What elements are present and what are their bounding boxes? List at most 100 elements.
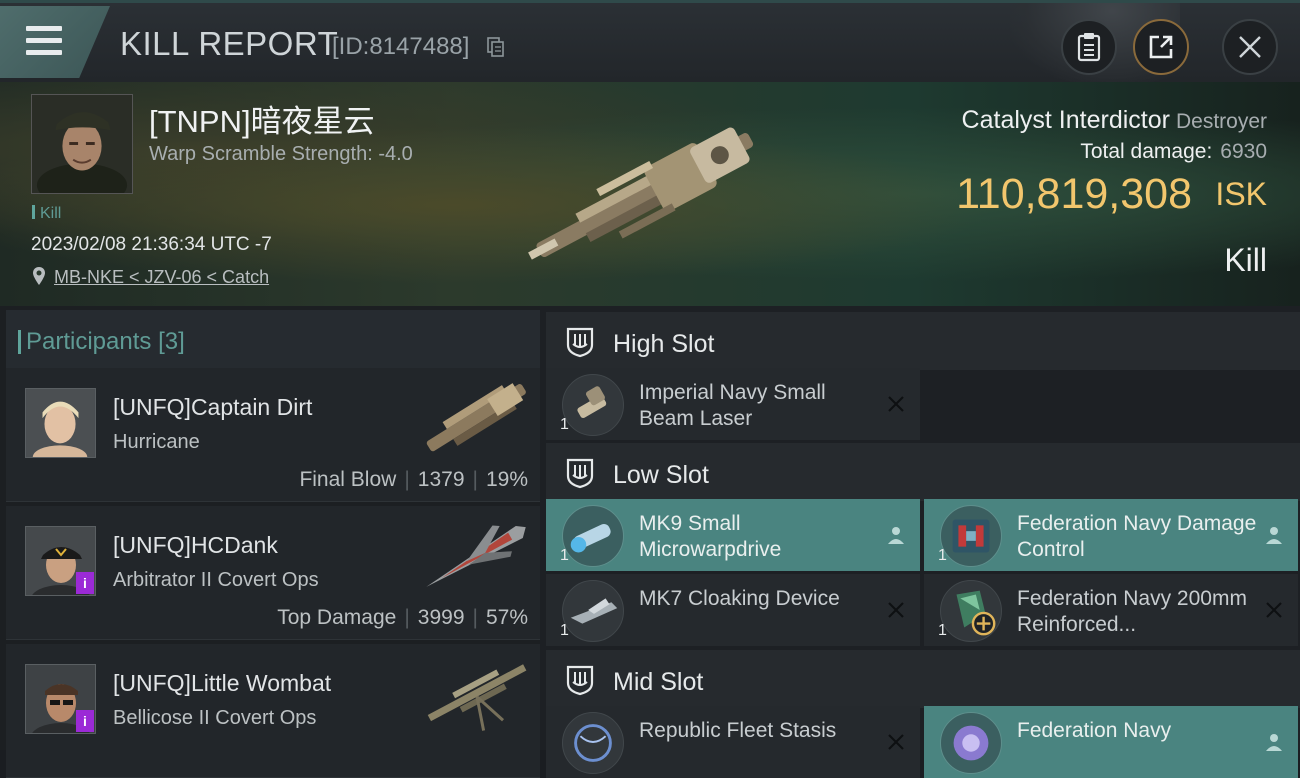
fitting-panel: High Slot 1 Imperial Navy Small Beam Las… <box>540 306 1300 778</box>
isk-value: 110,819,308 <box>956 170 1192 218</box>
location-pin-icon <box>33 267 45 285</box>
participant-avatar: i <box>25 526 96 596</box>
module-name: MK9 Small Microwarpdrive <box>639 512 782 561</box>
menu-icon <box>26 26 62 56</box>
participant-role: Final Blow <box>299 468 397 491</box>
participants-title: Participants [3] <box>18 328 185 356</box>
module-card[interactable]: Federation Navy <box>924 706 1298 778</box>
module-quantity: 1 <box>560 416 569 433</box>
close-icon <box>1239 36 1261 58</box>
close-button[interactable] <box>1222 19 1278 75</box>
participants-panel: Participants [3] [UNFQ]Captain Dirt Hurr… <box>0 306 540 778</box>
copy-icon[interactable] <box>487 37 505 57</box>
participant-percent: 19% <box>485 468 528 491</box>
participant-role: Top Damage <box>277 606 397 629</box>
victim-name[interactable]: [TNPN]暗夜星云 <box>149 96 375 141</box>
share-icon <box>1149 35 1173 59</box>
module-icon <box>940 580 1002 642</box>
module-icon <box>562 580 624 642</box>
participant-ship: Bellicose II Covert Ops <box>113 707 317 729</box>
participant-row[interactable]: i [UNFQ]HCDank Arbitrator II Covert Ops … <box>6 506 540 640</box>
total-damage-label: Total damage: <box>1080 140 1213 163</box>
participants-header: Participants [3] <box>6 310 540 368</box>
participant-name: [UNFQ]Little Wombat <box>113 670 332 696</box>
menu-button[interactable] <box>0 6 110 78</box>
module-name: MK7 Cloaking Device <box>639 587 840 610</box>
participant-percent: 57% <box>485 606 528 629</box>
participant-row[interactable]: [UNFQ]Captain Dirt Hurricane Final Blow |… <box>6 368 540 502</box>
participants-title-text: Participants <box>26 328 152 355</box>
low-slot-header: Low Slot <box>546 443 1300 501</box>
module-card[interactable]: 1 Federation Navy 200mm Reinforced... <box>924 574 1298 646</box>
high-slot-header: High Slot <box>546 312 1300 370</box>
person-icon[interactable] <box>886 525 906 545</box>
participant-ship-image <box>426 525 526 587</box>
participant-stats: Top Damage | 3999 | 57% <box>277 606 528 629</box>
module-icon <box>940 712 1002 774</box>
module-card[interactable]: 1 MK7 Cloaking Device <box>546 574 920 646</box>
participant-ship-image <box>427 664 527 731</box>
slot-shield-icon <box>566 327 594 358</box>
isk-unit: ISK <box>1215 176 1267 212</box>
remove-x-icon[interactable] <box>1264 600 1284 620</box>
person-icon[interactable] <box>1264 525 1284 545</box>
participant-badge: i <box>76 572 94 594</box>
module-icon <box>562 712 624 774</box>
module-card[interactable]: 1 Federation Navy Damage Control <box>924 499 1298 571</box>
module-card[interactable]: Republic Fleet Stasis <box>546 706 920 778</box>
slot-shield-icon <box>566 458 594 489</box>
participant-ship-image <box>426 383 526 452</box>
share-button[interactable] <box>1133 19 1189 75</box>
victim-ship-image <box>528 127 754 260</box>
module-card[interactable]: 1 Imperial Navy Small Beam Laser <box>546 368 920 440</box>
clipboard-button[interactable] <box>1061 19 1117 75</box>
page-title: KILL REPORT <box>120 25 339 62</box>
victim-summary: [TNPN]暗夜星云 Warp Scramble Strength: -4.0 … <box>0 82 1300 306</box>
low-slot-title: Low Slot <box>613 461 709 489</box>
module-quantity: 1 <box>560 547 569 564</box>
remove-x-icon[interactable] <box>886 732 906 752</box>
participant-row[interactable]: i [UNFQ]Little Wombat Bellicose II Cover… <box>6 644 540 778</box>
module-icon <box>940 505 1002 567</box>
module-quantity: 1 <box>938 547 947 564</box>
module-icon <box>562 505 624 567</box>
remove-x-icon[interactable] <box>886 394 906 414</box>
ship-name: Catalyst Interdictor <box>961 106 1170 134</box>
slot-shield-icon <box>566 665 594 696</box>
participant-stats: Final Blow | 1379 | 19% <box>299 468 528 491</box>
module-name: Federation Navy <box>1017 719 1172 742</box>
participant-avatar <box>25 388 96 458</box>
report-id: [ID:8147488] <box>332 33 470 60</box>
kill-location-link[interactable]: MB-NKE < JZV-06 < Catch <box>54 267 269 288</box>
remove-x-icon[interactable] <box>886 600 906 620</box>
high-slot-title: High Slot <box>613 330 715 358</box>
module-name: Republic Fleet Stasis <box>639 719 837 742</box>
module-name: Federation Navy Damage Control <box>1017 512 1257 561</box>
mid-slot-title: Mid Slot <box>613 668 704 696</box>
participant-ship: Hurricane <box>113 431 200 453</box>
participant-damage: 1379 <box>417 468 465 491</box>
top-bar: KILL REPORT [ID:8147488] <box>0 0 1300 85</box>
victim-ship[interactable]: Catalyst Interdictor Destroyer <box>962 106 1267 135</box>
participant-ship: Arbitrator II Covert Ops <box>113 569 319 591</box>
person-icon[interactable] <box>1264 732 1284 752</box>
participant-damage: 3999 <box>417 606 465 629</box>
kill-tag: Kill <box>32 205 61 223</box>
module-card[interactable]: 1 MK9 Small Microwarpdrive <box>546 499 920 571</box>
kill-timestamp: 2023/02/08 21:36:34 UTC -7 <box>31 234 272 255</box>
victim-portrait[interactable] <box>31 94 133 194</box>
result-label: Kill <box>1224 242 1267 278</box>
module-name: Imperial Navy Small Beam Laser <box>639 381 826 430</box>
participant-name: [UNFQ]HCDank <box>113 532 278 558</box>
ship-class: Destroyer <box>1175 110 1267 133</box>
clipboard-icon <box>1077 33 1101 62</box>
total-damage: Total damage: 6930 <box>1080 140 1267 164</box>
participant-avatar: i <box>25 664 96 734</box>
module-icon <box>562 374 624 436</box>
module-quantity: 1 <box>938 622 947 639</box>
warp-scramble-strength: Warp Scramble Strength: -4.0 <box>149 143 413 165</box>
total-damage-value: 6930 <box>1220 140 1267 163</box>
participants-count: [3] <box>158 328 185 355</box>
participant-badge: i <box>76 710 94 732</box>
participant-name: [UNFQ]Captain Dirt <box>113 394 313 420</box>
